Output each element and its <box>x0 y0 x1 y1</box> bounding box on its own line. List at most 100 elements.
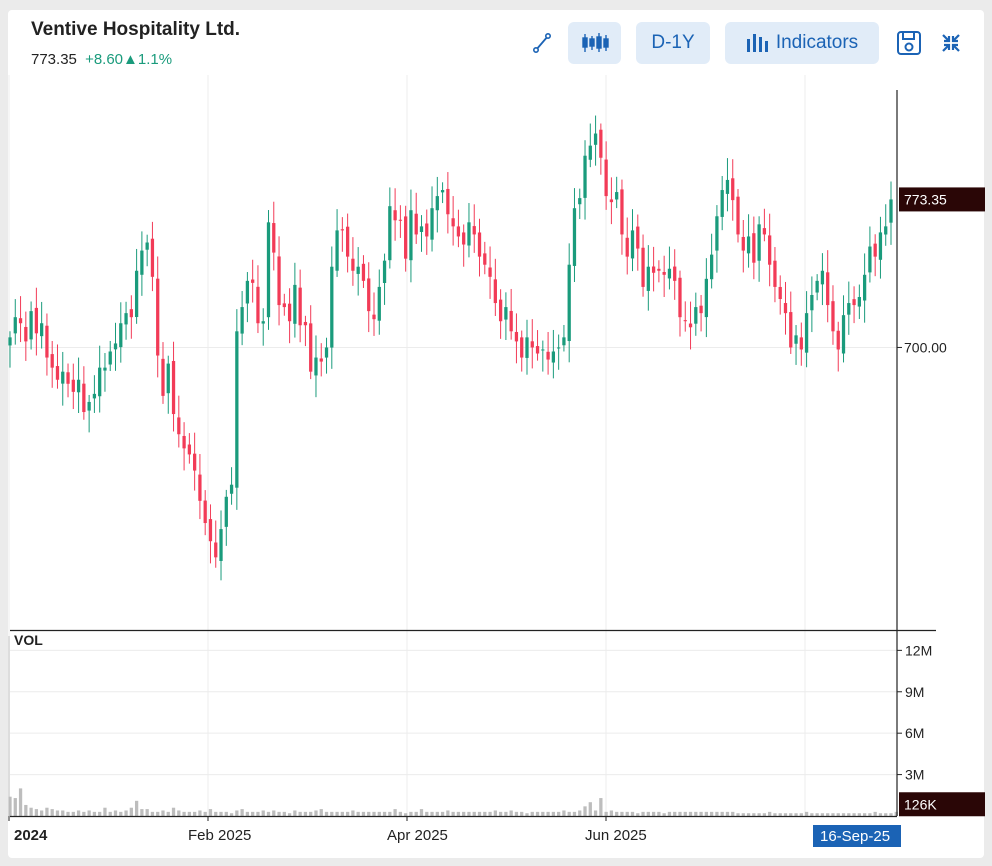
volume-bar <box>731 811 735 816</box>
volume-bar <box>193 811 197 816</box>
volume-bar <box>92 811 97 816</box>
candle-body <box>509 310 513 332</box>
candle-body <box>657 268 661 271</box>
volume-bar <box>583 806 587 816</box>
candle-body <box>108 351 112 365</box>
volume-bar <box>620 811 624 816</box>
volume-bar <box>688 811 693 816</box>
candle-body <box>757 224 761 261</box>
candle-body <box>810 294 814 311</box>
candle-body <box>240 307 244 334</box>
candle-body <box>419 226 424 232</box>
candle-body <box>87 401 91 411</box>
volume-bar <box>219 811 223 816</box>
candle-body <box>430 208 434 240</box>
volume-bar <box>435 811 439 816</box>
volume-bar <box>340 811 344 816</box>
candle-body <box>609 199 614 203</box>
volume-bar <box>551 811 556 816</box>
volume-bar <box>277 811 281 816</box>
candle-body <box>261 321 265 324</box>
volume-bar <box>804 811 809 816</box>
candle-body <box>731 178 735 201</box>
candle-body <box>794 335 798 344</box>
candle-body <box>488 267 492 277</box>
candle-body <box>615 192 619 200</box>
volume-bar <box>119 811 123 816</box>
candle-body <box>351 258 355 271</box>
axis-labels: 700.00 773.35 VOL 12M 9M 6M 3M 126K 2024 Feb 2025… <box>14 187 985 847</box>
volume-bar <box>82 811 86 816</box>
candle-body <box>530 341 534 348</box>
volume-bar <box>214 811 218 816</box>
volume-bar <box>762 813 767 816</box>
volume-bar <box>229 813 234 816</box>
candle-body <box>309 323 313 372</box>
volume-bar <box>419 809 424 816</box>
volume-bar <box>198 810 202 816</box>
price-chart[interactable]: 700.00 773.35 VOL 12M 9M 6M 3M 126K 2024 Feb 2025… <box>0 0 992 866</box>
volume-bar <box>351 810 355 816</box>
volume-bar <box>857 813 861 816</box>
candle-body <box>841 315 846 354</box>
volume-bar <box>831 813 835 816</box>
candle-body <box>857 297 861 307</box>
volume-bar <box>134 800 139 816</box>
candle-body <box>541 349 545 351</box>
candle-body <box>709 254 714 280</box>
volume-bar <box>498 811 503 816</box>
volume-bar <box>414 811 418 816</box>
candle-body <box>129 309 133 318</box>
candle-body <box>525 337 529 358</box>
volume-series <box>8 788 904 816</box>
candle-body <box>868 246 872 273</box>
volume-bar <box>409 811 413 816</box>
volume-bar <box>736 813 740 816</box>
candle-body <box>625 237 629 257</box>
candle-body <box>456 226 461 237</box>
volume-bar <box>393 809 397 816</box>
volume-bar <box>182 811 186 816</box>
volume-bar <box>404 813 408 816</box>
volume-bar <box>29 807 33 816</box>
volume-bar <box>773 813 777 816</box>
candle-body <box>113 343 118 350</box>
volume-bar <box>651 811 656 816</box>
candle-body <box>873 243 877 257</box>
candle-body <box>18 318 23 324</box>
volume-bar <box>171 807 176 816</box>
volume-bar <box>382 811 387 816</box>
candle-body <box>704 278 708 318</box>
candle-body <box>862 274 867 301</box>
volume-bar <box>757 813 761 816</box>
chart-axes <box>8 90 936 821</box>
candle-body <box>245 280 250 304</box>
volume-bar <box>467 811 471 816</box>
candle-body <box>636 226 640 249</box>
candle-body <box>799 337 803 350</box>
volume-bar <box>235 810 239 816</box>
volume-bar <box>388 811 392 816</box>
candle-body <box>177 417 181 435</box>
volume-bar <box>367 811 371 816</box>
volume-bar <box>683 811 687 816</box>
candle-body <box>13 317 17 334</box>
candle-body <box>451 218 455 227</box>
candle-body <box>266 222 271 318</box>
candle-body <box>646 266 650 291</box>
candle-body <box>889 199 893 223</box>
volume-bar <box>746 813 751 816</box>
volume-bar <box>272 810 276 816</box>
volume-bar <box>103 807 107 816</box>
x-tick-label: Feb 2025 <box>188 827 251 844</box>
volume-bar <box>145 809 149 816</box>
candle-body <box>198 474 202 501</box>
candle-body <box>551 351 556 363</box>
candle-body <box>372 314 376 320</box>
volume-bar <box>287 813 292 816</box>
candle-body <box>235 331 239 488</box>
volume-bar <box>345 811 350 816</box>
volume-bar <box>578 810 582 816</box>
candle-body <box>789 312 793 348</box>
volume-tick-label: 3M <box>905 767 924 783</box>
